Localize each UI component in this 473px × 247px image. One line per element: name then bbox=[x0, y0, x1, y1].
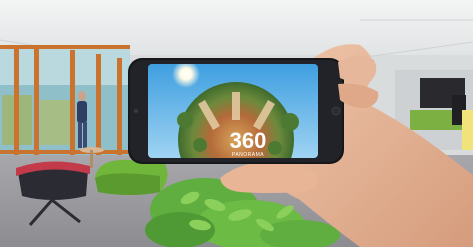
green-chair bbox=[95, 159, 168, 195]
window-wall-left bbox=[0, 45, 130, 155]
photo-scene: 360 PANORAMA bbox=[0, 0, 473, 247]
logo-subtext: PANORAMA bbox=[232, 152, 264, 158]
logo-360: 360 bbox=[230, 128, 267, 153]
sun bbox=[172, 64, 200, 88]
